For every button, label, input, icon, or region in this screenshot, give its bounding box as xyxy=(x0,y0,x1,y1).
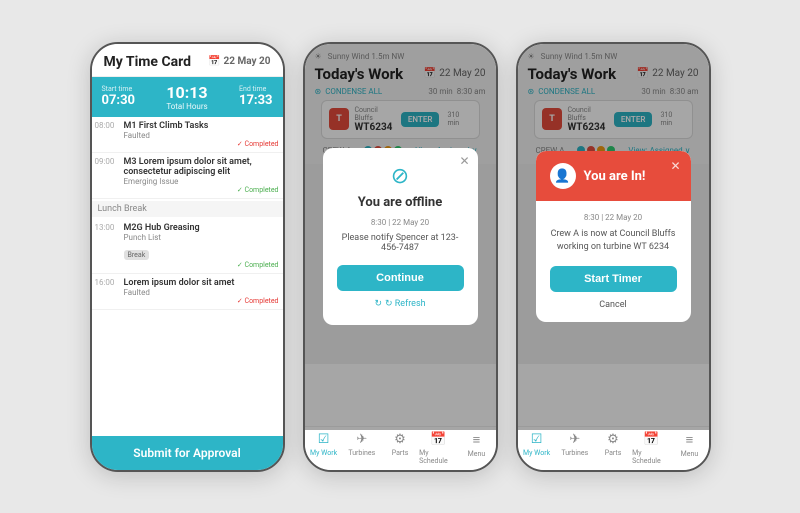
nav-turbines-icon-2: ✈ xyxy=(356,432,367,447)
nav-mywork-icon-2: ☑ xyxy=(318,432,330,447)
offline-date: 8:30 | 22 May 20 xyxy=(337,218,464,227)
refresh-button[interactable]: ↻ ↻ Refresh xyxy=(337,299,464,309)
nav-menu-3[interactable]: ≡ Menu xyxy=(670,432,708,465)
phone-work-offline: ☀ Sunny Wind 1.5m NW Today's Work 📅 22 M… xyxy=(303,42,498,472)
time-banner: Start time 07:30 10:13 Total Hours End t… xyxy=(92,77,283,117)
modal-close-button-2[interactable]: ✕ xyxy=(459,154,469,168)
nav-schedule-2[interactable]: 📅 My Schedule xyxy=(419,432,457,465)
nav-menu-2[interactable]: ≡ Menu xyxy=(457,432,495,465)
phone-work-checkin: ☀ Sunny Wind 1.5m NW Today's Work 📅 22 M… xyxy=(516,42,711,472)
nav-parts-icon-2: ⚙ xyxy=(394,432,406,447)
lunch-break: Lunch Break xyxy=(92,201,283,217)
nav-schedule-icon-3: 📅 xyxy=(643,432,659,447)
nav-mywork-icon-3: ☑ xyxy=(531,432,543,447)
cancel-button-3[interactable]: Cancel xyxy=(550,300,677,310)
task-subtitle: Faulted xyxy=(124,288,279,297)
nav-turbines-icon-3: ✈ xyxy=(569,432,580,447)
total-time-block: 10:13 Total Hours xyxy=(166,83,207,111)
nav-menu-icon-3: ≡ xyxy=(686,432,694,448)
nav-mywork-2[interactable]: ☑ My Work xyxy=(305,432,343,465)
task-subtitle: Emerging Issue xyxy=(124,177,279,186)
checkin-modal-overlay: 👤 You are In! ✕ 8:30 | 22 May 20 Crew A … xyxy=(518,44,709,430)
task-status: ✓ Completed xyxy=(124,261,279,269)
offline-modal-overlay: ✕ ⊘ You are offline 8:30 | 22 May 20 Ple… xyxy=(305,44,496,430)
bottom-nav-2: ☑ My Work ✈ Turbines ⚙ Parts 📅 My Schedu… xyxy=(305,426,496,470)
task-name: M3 Lorem ipsum dolor sit amet, consectet… xyxy=(124,157,279,177)
nav-parts-3[interactable]: ⚙ Parts xyxy=(594,432,632,465)
offline-icon: ⊘ xyxy=(337,164,464,189)
timecard-date: 📅 22 May 20 xyxy=(208,56,270,67)
task-name: M1 First Climb Tasks xyxy=(124,121,279,131)
offline-modal: ✕ ⊘ You are offline 8:30 | 22 May 20 Ple… xyxy=(323,148,478,325)
start-timer-button[interactable]: Start Timer xyxy=(550,266,677,292)
timecard-header: My Time Card 📅 22 May 20 xyxy=(92,44,283,77)
task-row: 09:00M3 Lorem ipsum dolor sit amet, cons… xyxy=(92,153,283,199)
submit-approval-button[interactable]: Submit for Approval xyxy=(92,436,283,470)
checkin-header: 👤 You are In! ✕ xyxy=(536,151,691,201)
offline-title: You are offline xyxy=(337,195,464,210)
checkin-person-icon: 👤 xyxy=(550,163,576,189)
checkin-date: 8:30 | 22 May 20 xyxy=(550,213,677,222)
bottom-nav-3: ☑ My Work ✈ Turbines ⚙ Parts 📅 My Schedu… xyxy=(518,426,709,470)
calendar-icon: 📅 xyxy=(208,56,220,67)
nav-turbines-3[interactable]: ✈ Turbines xyxy=(556,432,594,465)
nav-schedule-3[interactable]: 📅 My Schedule xyxy=(632,432,670,465)
checkin-message: Crew A is now at Council Bluffs working … xyxy=(550,228,677,253)
nav-parts-icon-3: ⚙ xyxy=(607,432,619,447)
checkin-title: You are In! xyxy=(584,169,646,184)
task-list: 08:00M1 First Climb TasksFaulted✓ Comple… xyxy=(92,117,283,433)
task-status: ✓ Completed xyxy=(124,186,279,194)
task-status: ✓ Completed xyxy=(124,140,279,148)
task-row: 13:00M2G Hub GreasingPunch ListBreak✓ Co… xyxy=(92,219,283,274)
nav-menu-icon-2: ≡ xyxy=(473,432,481,448)
break-badge: Break xyxy=(124,250,150,260)
nav-parts-2[interactable]: ⚙ Parts xyxy=(381,432,419,465)
task-subtitle: Punch List xyxy=(124,233,279,242)
nav-mywork-3[interactable]: ☑ My Work xyxy=(518,432,556,465)
checkin-body: 8:30 | 22 May 20 Crew A is now at Counci… xyxy=(536,201,691,321)
task-name: M2G Hub Greasing xyxy=(124,223,279,233)
refresh-icon: ↻ xyxy=(374,299,382,309)
nav-turbines-2[interactable]: ✈ Turbines xyxy=(343,432,381,465)
offline-message: Please notify Spencer at 123-456-7487 xyxy=(337,233,464,253)
continue-button[interactable]: Continue xyxy=(337,265,464,291)
phone-timecard: My Time Card 📅 22 May 20 Start time 07:3… xyxy=(90,42,285,472)
task-status: ✓ Completed xyxy=(124,297,279,305)
timecard-title: My Time Card xyxy=(104,54,192,70)
task-row: 16:00Lorem ipsum dolor sit ametFaulted✓ … xyxy=(92,274,283,310)
checkin-close-button[interactable]: ✕ xyxy=(670,159,680,173)
end-time-block: End time 17:33 xyxy=(239,85,273,108)
nav-schedule-icon-2: 📅 xyxy=(430,432,446,447)
checkin-modal: 👤 You are In! ✕ 8:30 | 22 May 20 Crew A … xyxy=(536,151,691,321)
start-time-block: Start time 07:30 xyxy=(102,85,136,108)
task-subtitle: Faulted xyxy=(124,131,279,140)
task-name: Lorem ipsum dolor sit amet xyxy=(124,278,279,288)
task-row: 08:00M1 First Climb TasksFaulted✓ Comple… xyxy=(92,117,283,153)
